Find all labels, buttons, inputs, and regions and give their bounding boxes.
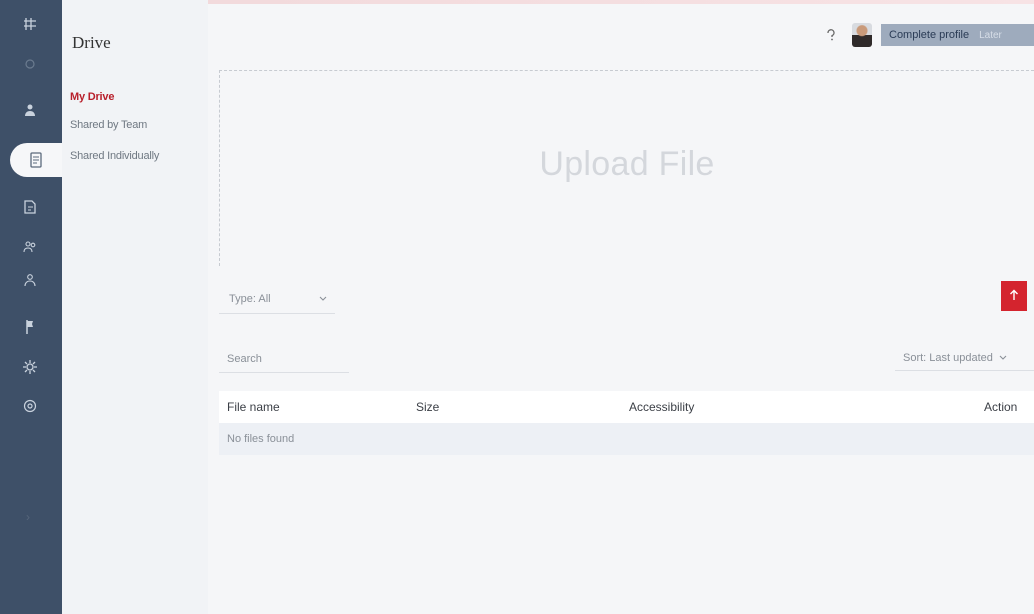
chevron-down-icon <box>999 352 1007 364</box>
upload-icon <box>1009 288 1019 304</box>
column-header-accessibility[interactable]: Accessibility <box>629 400 694 414</box>
book-icon[interactable] <box>18 195 42 219</box>
expand-icon[interactable]: › <box>26 510 30 524</box>
type-filter-select[interactable]: Type: All <box>219 284 335 314</box>
drive-icon[interactable] <box>10 143 62 177</box>
settings-icon[interactable] <box>18 355 42 379</box>
avatar[interactable] <box>852 23 872 47</box>
side-link-my-drive[interactable]: My Drive <box>70 91 114 103</box>
complete-profile-label: Complete profile <box>889 29 970 41</box>
drive-side-panel: Drive My Drive Shared by Team Shared Ind… <box>62 0 208 614</box>
people-icon[interactable] <box>18 268 42 292</box>
files-table: File name Size Accessibility Action No f… <box>219 391 1034 455</box>
flag-icon[interactable] <box>18 315 42 339</box>
side-link-shared-individually[interactable]: Shared Individually <box>70 150 159 162</box>
help-icon[interactable] <box>826 29 836 44</box>
empty-message: No files found <box>227 433 295 445</box>
later-label[interactable]: Later <box>979 30 1002 41</box>
complete-profile-button[interactable]: Complete profile Later <box>881 24 1034 46</box>
upload-dropzone[interactable]: Upload File <box>219 70 1034 266</box>
support-icon[interactable] <box>18 394 42 418</box>
table-header: File name Size Accessibility Action <box>219 391 1034 423</box>
type-filter-value: Type: All <box>229 292 271 305</box>
column-header-file-name[interactable]: File name <box>227 400 280 414</box>
column-header-size[interactable]: Size <box>416 400 439 414</box>
sort-value: Sort: Last updated <box>903 351 993 364</box>
column-header-action: Action <box>984 400 1018 414</box>
grid-icon[interactable] <box>18 12 42 36</box>
team-icon[interactable] <box>18 234 42 258</box>
side-panel-title: Drive <box>72 33 111 52</box>
home-icon[interactable] <box>18 52 42 76</box>
add-file-button[interactable] <box>1001 281 1027 311</box>
chevron-down-icon <box>319 293 327 305</box>
icon-rail: › <box>0 0 62 614</box>
upload-file-label: Upload File <box>539 145 715 183</box>
table-row: No files found <box>219 423 1034 455</box>
sort-select[interactable]: Sort: Last updated <box>895 345 1034 371</box>
side-link-shared-by-team[interactable]: Shared by Team <box>70 119 147 131</box>
users-icon[interactable] <box>18 98 42 122</box>
search-input[interactable] <box>219 345 349 373</box>
